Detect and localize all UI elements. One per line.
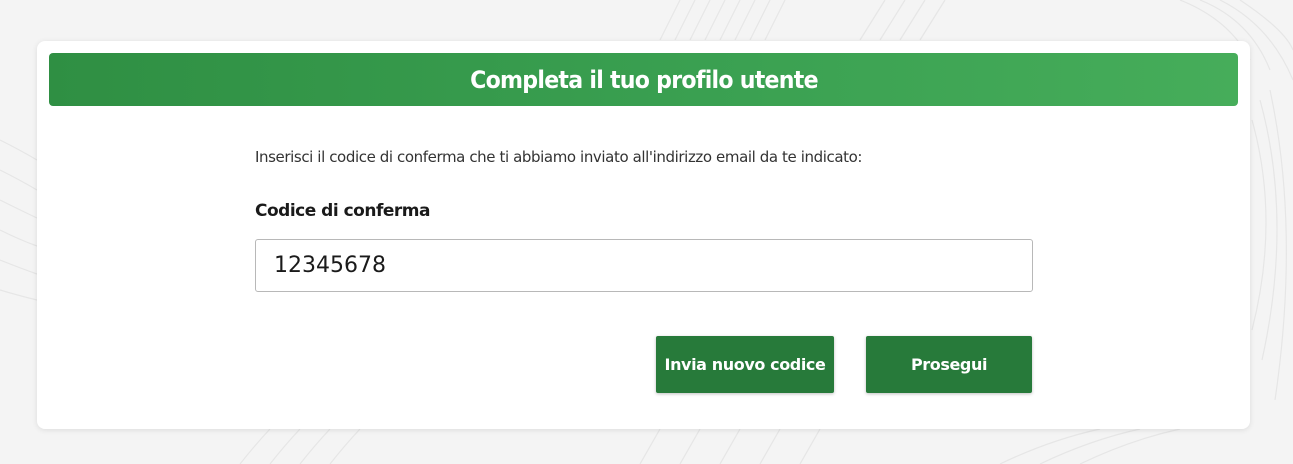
profile-completion-card: Completa il tuo profilo utente Inserisci… bbox=[37, 41, 1250, 429]
confirmation-code-label: Codice di conferma bbox=[255, 201, 430, 221]
card-title: Completa il tuo profilo utente bbox=[469, 65, 818, 94]
continue-button[interactable]: Prosegui bbox=[866, 336, 1032, 393]
card-header: Completa il tuo profilo utente bbox=[49, 53, 1238, 106]
instructions-text: Inserisci il codice di conferma che ti a… bbox=[255, 148, 863, 166]
resend-code-button[interactable]: Invia nuovo codice bbox=[656, 336, 834, 393]
confirmation-code-input[interactable] bbox=[255, 239, 1033, 292]
